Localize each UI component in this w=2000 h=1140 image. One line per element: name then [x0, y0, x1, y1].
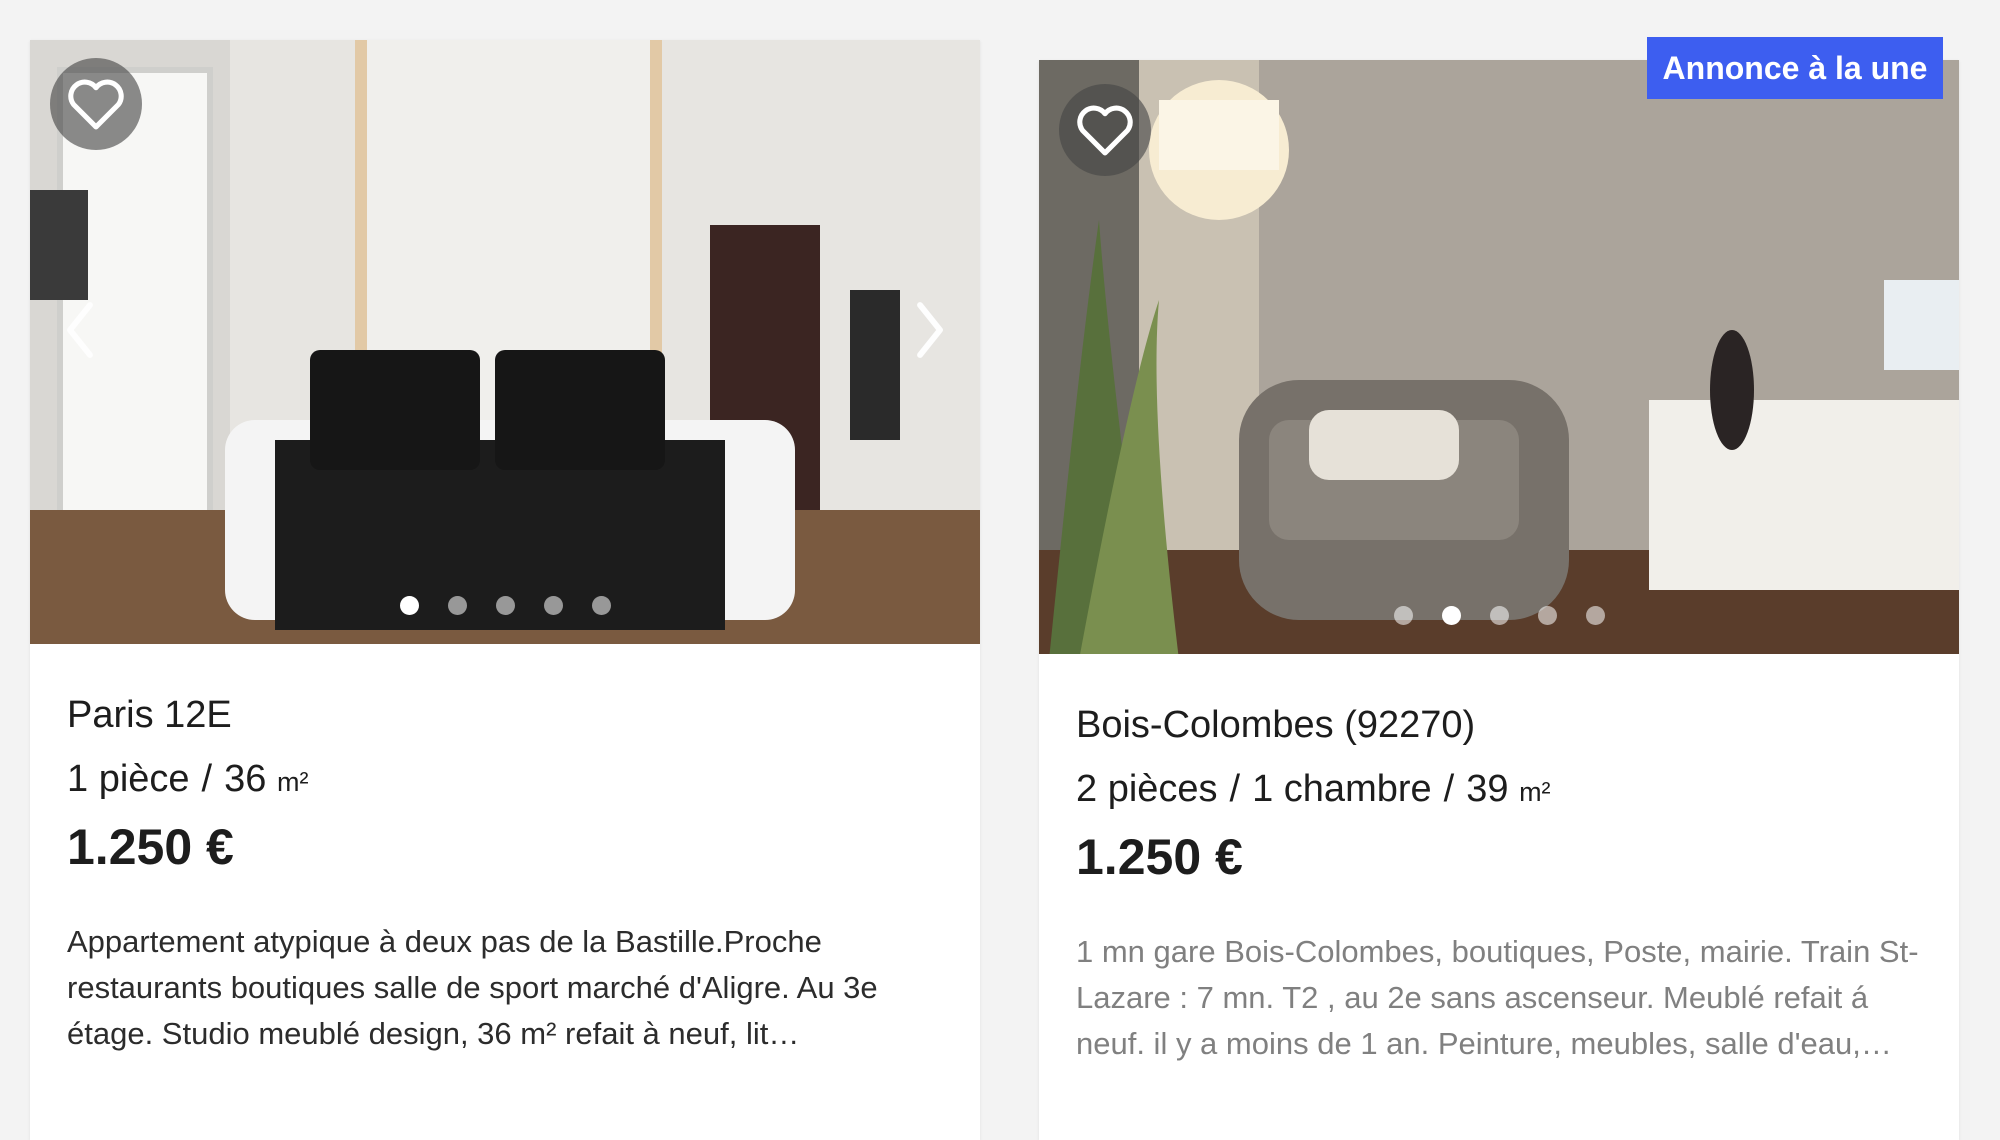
next-photo-button[interactable] — [910, 290, 950, 370]
listing-specs: 2 pièces / 1 chambre / 39 m² — [1076, 764, 1929, 817]
listing-city: Paris 12E — [67, 694, 232, 736]
living-room-photo — [30, 40, 980, 644]
listing-area: 39 — [1466, 768, 1509, 810]
listing-rooms: 2 pièces — [1076, 768, 1218, 810]
living-room-photo — [1039, 60, 1959, 654]
spec-separator: / — [1443, 768, 1455, 810]
listing-photo[interactable] — [1039, 60, 1959, 654]
listing-card-paris[interactable]: Paris 12E 1 pièce / 36 m² 1.250 € Appartem… — [30, 40, 980, 1140]
area-unit: m² — [1519, 777, 1551, 807]
listing-card-bois-colombes[interactable]: Bois-Colombes (92270) 2 pièces / 1 chambre… — [1039, 60, 1959, 1140]
featured-badge: Annonce à la une — [1647, 37, 1943, 99]
photo-pagination — [1039, 606, 1959, 625]
listing-bedrooms: 1 chambre — [1252, 768, 1432, 810]
photo-dot[interactable] — [543, 596, 563, 615]
photo-dot[interactable] — [1441, 606, 1461, 625]
chevron-left-icon — [67, 302, 93, 358]
area-unit: m² — [276, 767, 309, 797]
listing-info: Bois-Colombes (92270) 2 pièces / 1 chambre… — [1076, 700, 1929, 1067]
heart-outline-icon — [68, 79, 124, 130]
photo-dot[interactable] — [1489, 606, 1509, 625]
listing-description: Appartement atypique à deux pas de la Ba… — [67, 924, 878, 1051]
listing-rooms: 1 pièce — [67, 758, 190, 800]
chevron-right-icon — [917, 302, 943, 358]
photo-dot[interactable] — [1537, 606, 1557, 625]
photo-dot[interactable] — [1585, 606, 1605, 625]
listing-specs: 1 pièce / 36 m² — [67, 754, 950, 807]
spec-separator: / — [1229, 768, 1241, 810]
spec-separator: / — [201, 758, 213, 800]
listing-area: 36 — [224, 758, 267, 800]
photo-dot[interactable] — [447, 596, 467, 615]
listing-info: Paris 12E 1 pièce / 36 m² 1.250 € Appartem… — [67, 690, 950, 1057]
favorite-button[interactable] — [1059, 84, 1151, 176]
listing-description: 1 mn gare Bois-Colombes, boutiques, Post… — [1076, 934, 1919, 1061]
photo-dot[interactable] — [399, 596, 419, 615]
listing-photo[interactable] — [30, 40, 980, 644]
previous-photo-button[interactable] — [60, 290, 100, 370]
favorite-button[interactable] — [50, 58, 142, 150]
listing-price: 1.250 € — [1076, 829, 1243, 885]
photo-dot[interactable] — [591, 596, 611, 615]
listing-city: Bois-Colombes (92270) — [1076, 704, 1476, 746]
photo-dot[interactable] — [495, 596, 515, 615]
photo-pagination — [30, 596, 980, 615]
heart-outline-icon — [1077, 105, 1133, 156]
listing-price: 1.250 € — [67, 819, 234, 875]
photo-dot[interactable] — [1393, 606, 1413, 625]
